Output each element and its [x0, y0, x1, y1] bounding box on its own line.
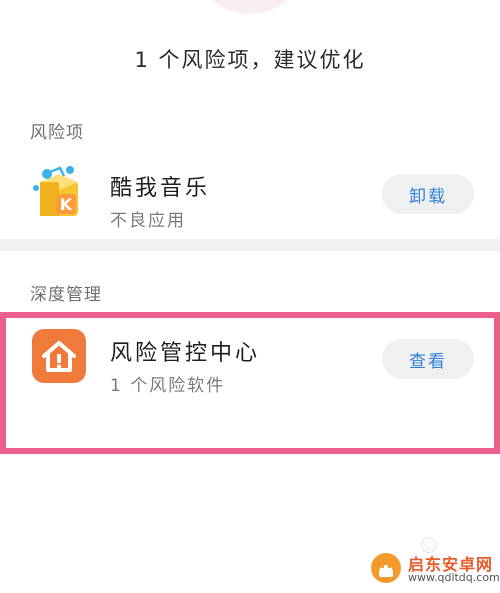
risk-app-name: 酷我音乐 [110, 176, 211, 201]
risk-summary-text: 1 个风险项，建议优化 [134, 48, 366, 72]
risk-app-item: K 酷我音乐 不良应用 卸载 [0, 150, 500, 240]
android-logo-icon [370, 552, 402, 584]
kuwo-music-icon: K [30, 164, 88, 222]
watermark: 启东安卓网 www.qdltdq.com [370, 548, 500, 588]
risk-control-center-item[interactable]: 风险管控中心 1 个风险软件 查看 [0, 313, 500, 403]
section-title-deep-management: 深度管理 [30, 285, 102, 305]
uninstall-button[interactable]: 卸载 [382, 174, 474, 214]
risk-app-description: 不良应用 [110, 211, 186, 231]
section-divider [0, 239, 500, 251]
watermark-url: www.qdltdq.com [408, 571, 500, 584]
top-score-arc [192, 0, 308, 14]
risk-control-center-name: 风险管控中心 [110, 341, 261, 366]
home-warning-icon [30, 327, 88, 385]
view-button[interactable]: 查看 [382, 339, 474, 379]
section-title-risk: 风险项 [30, 123, 84, 143]
risk-control-center-description: 1 个风险软件 [110, 376, 226, 396]
svg-text:K: K [60, 195, 73, 214]
